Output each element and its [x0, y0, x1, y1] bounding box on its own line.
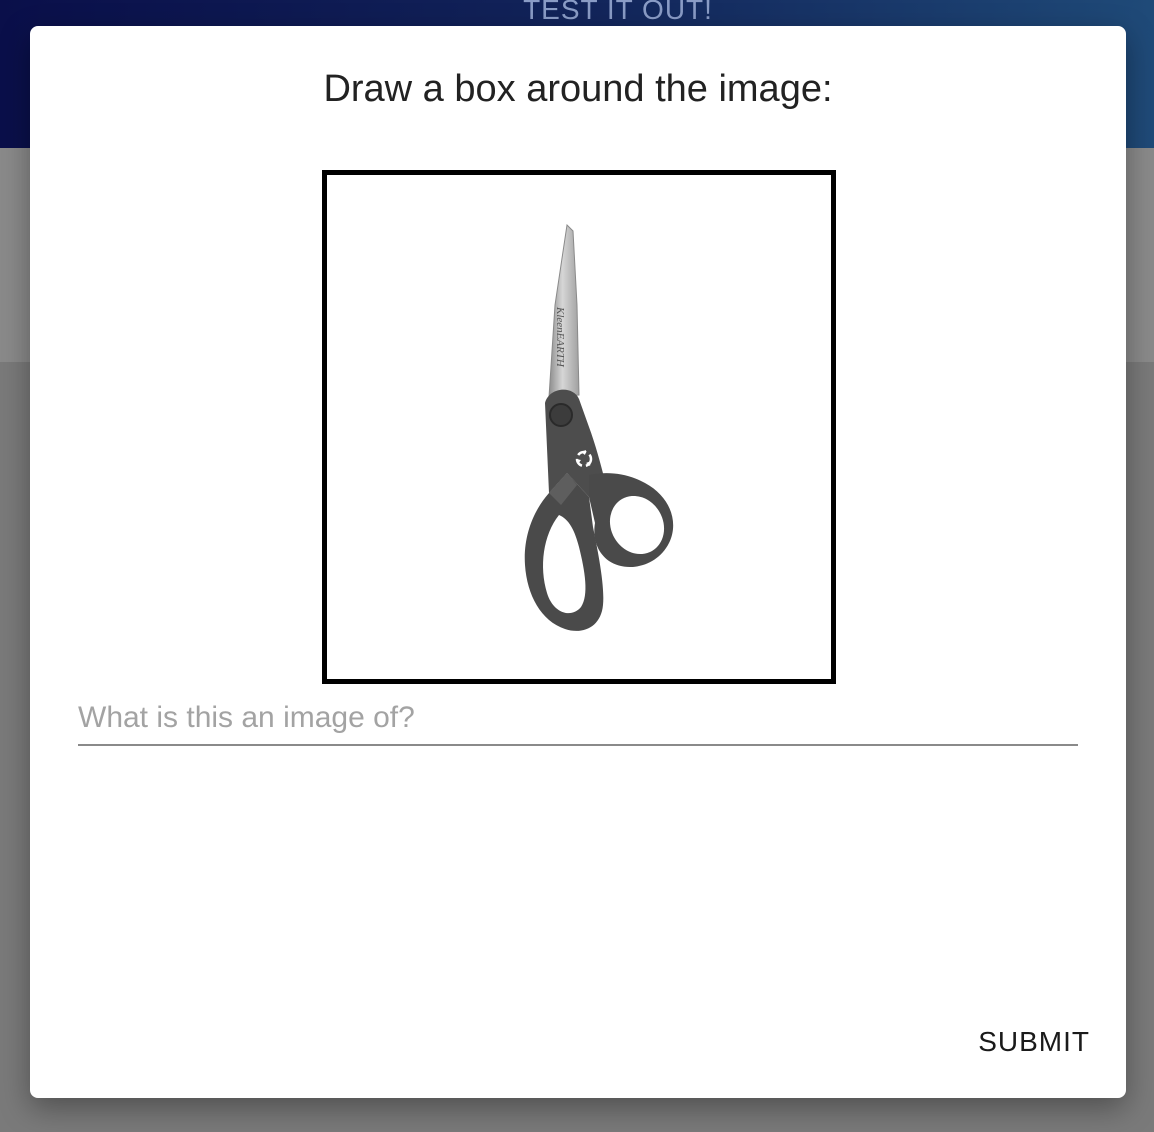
dialog-title: Draw a box around the image: — [323, 68, 833, 110]
submit-button[interactable]: SUBMIT — [974, 1022, 1094, 1062]
scissors-image: KleenEARTH — [524, 223, 674, 631]
page: TEST IT OUT! Draw a box around the image… — [0, 0, 1154, 1132]
annotation-dialog: Draw a box around the image: KleenEARTH — [30, 26, 1126, 1098]
banner-title: TEST IT OUT! — [523, 0, 713, 25]
answer-input[interactable] — [78, 692, 1078, 746]
image-canvas[interactable]: KleenEARTH — [322, 170, 836, 684]
brand-engraving: KleenEARTH — [554, 306, 566, 368]
